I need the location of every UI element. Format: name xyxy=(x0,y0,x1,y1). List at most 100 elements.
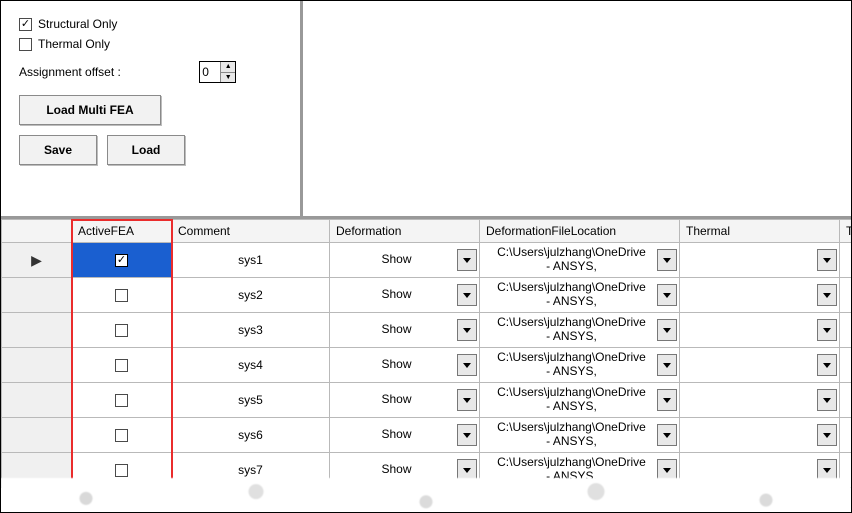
deformation-file-location-cell[interactable]: C:\Users\julzhang\OneDrive- ANSYS, xyxy=(480,243,680,278)
spinner-down-icon[interactable]: ▼ xyxy=(221,73,235,83)
thermal-combo[interactable] xyxy=(680,313,839,347)
thermal-cell[interactable] xyxy=(680,348,840,383)
activefea-checkbox[interactable] xyxy=(115,394,128,407)
table-row[interactable]: sys5ShowC:\Users\julzhang\OneDrive- ANSY… xyxy=(2,383,852,418)
thermal-file-location-cell[interactable] xyxy=(840,418,852,453)
dropdown-icon[interactable] xyxy=(657,319,677,341)
deformation-file-location-combo[interactable]: C:\Users\julzhang\OneDrive- ANSYS, xyxy=(480,278,679,312)
structural-only-checkbox[interactable] xyxy=(19,18,32,31)
save-button[interactable]: Save xyxy=(19,135,97,165)
load-button[interactable]: Load xyxy=(107,135,185,165)
deformation-combo[interactable]: Show xyxy=(330,278,479,312)
deformation-file-location-cell[interactable]: C:\Users\julzhang\OneDrive- ANSYS, xyxy=(480,348,680,383)
dropdown-icon[interactable] xyxy=(457,354,477,376)
dropdown-icon[interactable] xyxy=(457,319,477,341)
thermal-combo[interactable] xyxy=(680,243,839,277)
deformation-file-location-cell[interactable]: C:\Users\julzhang\OneDrive- ANSYS, xyxy=(480,418,680,453)
dropdown-icon[interactable] xyxy=(657,389,677,411)
dropdown-icon[interactable] xyxy=(457,424,477,446)
dropdown-icon[interactable] xyxy=(817,284,837,306)
deformation-file-location-combo[interactable]: C:\Users\julzhang\OneDrive- ANSYS, xyxy=(480,243,679,277)
table-row[interactable]: sys2ShowC:\Users\julzhang\OneDrive- ANSY… xyxy=(2,278,852,313)
thermal-only-row[interactable]: Thermal Only xyxy=(19,37,290,51)
deformation-file-location-cell[interactable]: C:\Users\julzhang\OneDrive- ANSYS, xyxy=(480,313,680,348)
dropdown-icon[interactable] xyxy=(817,249,837,271)
load-multi-fea-button[interactable]: Load Multi FEA xyxy=(19,95,161,125)
fea-grid[interactable]: ActiveFEA Comment Deformation Deformatio… xyxy=(1,219,851,488)
deformation-combo[interactable]: Show xyxy=(330,383,479,417)
deformation-cell[interactable]: Show xyxy=(330,418,480,453)
table-row[interactable]: sys4ShowC:\Users\julzhang\OneDrive- ANSY… xyxy=(2,348,852,383)
activefea-cell[interactable] xyxy=(72,453,172,488)
grid-header-deformation[interactable]: Deformation xyxy=(330,220,480,243)
row-indicator[interactable] xyxy=(2,453,72,488)
deformation-cell[interactable]: Show xyxy=(330,453,480,488)
thermal-file-location-cell[interactable] xyxy=(840,313,852,348)
table-row[interactable]: ▶sys1ShowC:\Users\julzhang\OneDrive- ANS… xyxy=(2,243,852,278)
dropdown-icon[interactable] xyxy=(657,249,677,271)
thermal-cell[interactable] xyxy=(680,383,840,418)
deformation-file-location-cell[interactable]: C:\Users\julzhang\OneDrive- ANSYS, xyxy=(480,453,680,488)
dropdown-icon[interactable] xyxy=(457,459,477,481)
activefea-cell[interactable] xyxy=(72,383,172,418)
deformation-combo[interactable]: Show xyxy=(330,313,479,347)
comment-cell[interactable]: sys6 xyxy=(172,418,330,453)
activefea-cell[interactable] xyxy=(72,278,172,313)
comment-cell[interactable]: sys3 xyxy=(172,313,330,348)
dropdown-icon[interactable] xyxy=(457,284,477,306)
deformation-file-location-cell[interactable]: C:\Users\julzhang\OneDrive- ANSYS, xyxy=(480,278,680,313)
thermal-file-location-cell[interactable] xyxy=(840,278,852,313)
deformation-file-location-cell[interactable]: C:\Users\julzhang\OneDrive- ANSYS, xyxy=(480,383,680,418)
thermal-combo[interactable] xyxy=(680,348,839,382)
deformation-file-location-combo[interactable]: C:\Users\julzhang\OneDrive- ANSYS, xyxy=(480,418,679,452)
dropdown-icon[interactable] xyxy=(457,389,477,411)
assignment-offset-input[interactable] xyxy=(200,62,220,82)
thermal-cell[interactable] xyxy=(680,453,840,488)
deformation-cell[interactable]: Show xyxy=(330,383,480,418)
thermal-cell[interactable] xyxy=(680,313,840,348)
activefea-cell[interactable] xyxy=(72,348,172,383)
dropdown-icon[interactable] xyxy=(657,459,677,481)
dropdown-icon[interactable] xyxy=(817,424,837,446)
dropdown-icon[interactable] xyxy=(657,284,677,306)
dropdown-icon[interactable] xyxy=(657,424,677,446)
dropdown-icon[interactable] xyxy=(817,354,837,376)
activefea-checkbox[interactable] xyxy=(115,324,128,337)
thermal-file-location-cell[interactable] xyxy=(840,348,852,383)
comment-cell[interactable]: sys2 xyxy=(172,278,330,313)
row-indicator[interactable] xyxy=(2,278,72,313)
deformation-combo[interactable]: Show xyxy=(330,348,479,382)
activefea-checkbox[interactable] xyxy=(115,289,128,302)
comment-cell[interactable]: sys1 xyxy=(172,243,330,278)
dropdown-icon[interactable] xyxy=(657,354,677,376)
table-row[interactable]: sys6ShowC:\Users\julzhang\OneDrive- ANSY… xyxy=(2,418,852,453)
thermal-combo[interactable] xyxy=(680,418,839,452)
thermal-file-location-cell[interactable] xyxy=(840,243,852,278)
grid-header-comment[interactable]: Comment xyxy=(172,220,330,243)
row-indicator[interactable] xyxy=(2,418,72,453)
comment-cell[interactable]: sys4 xyxy=(172,348,330,383)
thermal-cell[interactable] xyxy=(680,418,840,453)
thermal-cell[interactable] xyxy=(680,243,840,278)
row-indicator[interactable] xyxy=(2,383,72,418)
deformation-combo[interactable]: Show xyxy=(330,418,479,452)
activefea-checkbox[interactable] xyxy=(115,429,128,442)
thermal-file-location-cell[interactable] xyxy=(840,383,852,418)
activefea-checkbox[interactable] xyxy=(115,359,128,372)
grid-header-deformation-file-location[interactable]: DeformationFileLocation xyxy=(480,220,680,243)
row-indicator[interactable] xyxy=(2,313,72,348)
thermal-combo[interactable] xyxy=(680,278,839,312)
thermal-only-checkbox[interactable] xyxy=(19,38,32,51)
assignment-offset-spinner[interactable]: ▲ ▼ xyxy=(199,61,236,83)
deformation-combo[interactable]: Show xyxy=(330,453,479,487)
deformation-cell[interactable]: Show xyxy=(330,348,480,383)
spinner-up-icon[interactable]: ▲ xyxy=(221,62,235,73)
dropdown-icon[interactable] xyxy=(817,389,837,411)
row-indicator[interactable]: ▶ xyxy=(2,243,72,278)
deformation-cell[interactable]: Show xyxy=(330,278,480,313)
grid-header-thermal-file-location[interactable]: Then xyxy=(840,220,852,243)
deformation-file-location-combo[interactable]: C:\Users\julzhang\OneDrive- ANSYS, xyxy=(480,313,679,347)
row-indicator[interactable] xyxy=(2,348,72,383)
deformation-file-location-combo[interactable]: C:\Users\julzhang\OneDrive- ANSYS, xyxy=(480,383,679,417)
deformation-file-location-combo[interactable]: C:\Users\julzhang\OneDrive- ANSYS, xyxy=(480,453,679,487)
